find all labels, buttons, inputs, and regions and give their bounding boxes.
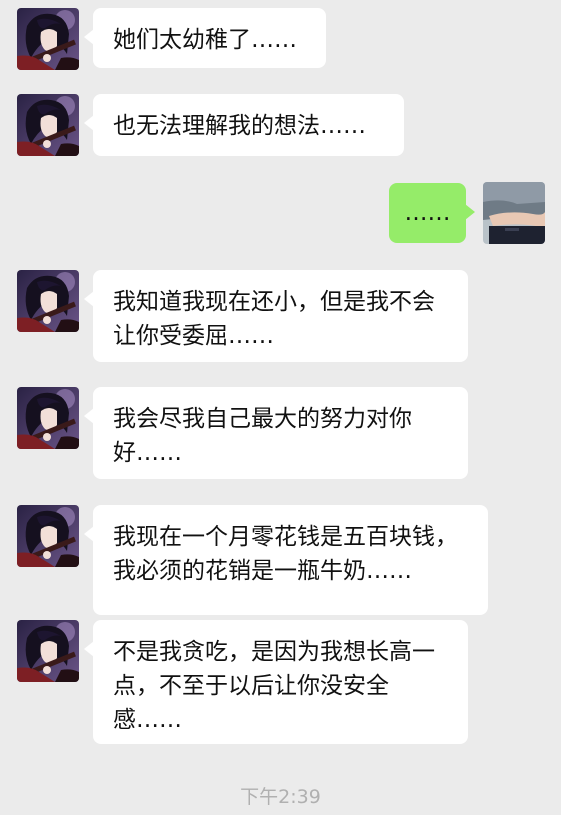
message-text: …… <box>404 200 451 226</box>
contact-avatar-icon[interactable] <box>17 94 79 156</box>
contact-avatar-icon[interactable] <box>17 505 79 567</box>
message-bubble[interactable]: 我知道我现在还小，但是我不会让你受委屈…… <box>84 270 468 362</box>
message-text: 也无法理解我的想法…… <box>113 113 366 139</box>
message-bubble[interactable]: 不是我贪吃，是因为我想长高一点，不至于以后让你没安全感…… <box>84 620 468 744</box>
message-text: 我会尽我自己最大的努力对你好…… <box>113 406 412 466</box>
message-text: 我知道我现在还小，但是我不会让你受委屈…… <box>113 289 435 349</box>
message-bubble[interactable]: 她们太幼稚了…… <box>84 8 326 68</box>
message-bubble[interactable]: 我会尽我自己最大的努力对你好…… <box>84 387 468 479</box>
message-text: 不是我贪吃，是因为我想长高一点，不至于以后让你没安全感…… <box>113 639 435 733</box>
message-text: 我现在一个月零花钱是五百块钱，我必须的花销是一瓶牛奶…… <box>113 524 458 584</box>
message-bubble[interactable]: 也无法理解我的想法…… <box>84 94 404 156</box>
contact-avatar-icon[interactable] <box>17 270 79 332</box>
chat-window: 她们太幼稚了…… 也无法理解我的想法…… …… 我知道我现在还小，但是我不会让你… <box>0 0 561 815</box>
user-avatar-icon[interactable] <box>483 182 545 244</box>
my-message-bubble[interactable]: …… <box>389 183 475 243</box>
contact-avatar-icon[interactable] <box>17 387 79 449</box>
message-timestamp: 下午2:39 <box>240 786 321 808</box>
contact-avatar-icon[interactable] <box>17 620 79 682</box>
message-text: 她们太幼稚了…… <box>113 27 297 53</box>
contact-avatar-icon[interactable] <box>17 8 79 70</box>
message-bubble[interactable]: 我现在一个月零花钱是五百块钱，我必须的花销是一瓶牛奶…… <box>84 505 488 615</box>
